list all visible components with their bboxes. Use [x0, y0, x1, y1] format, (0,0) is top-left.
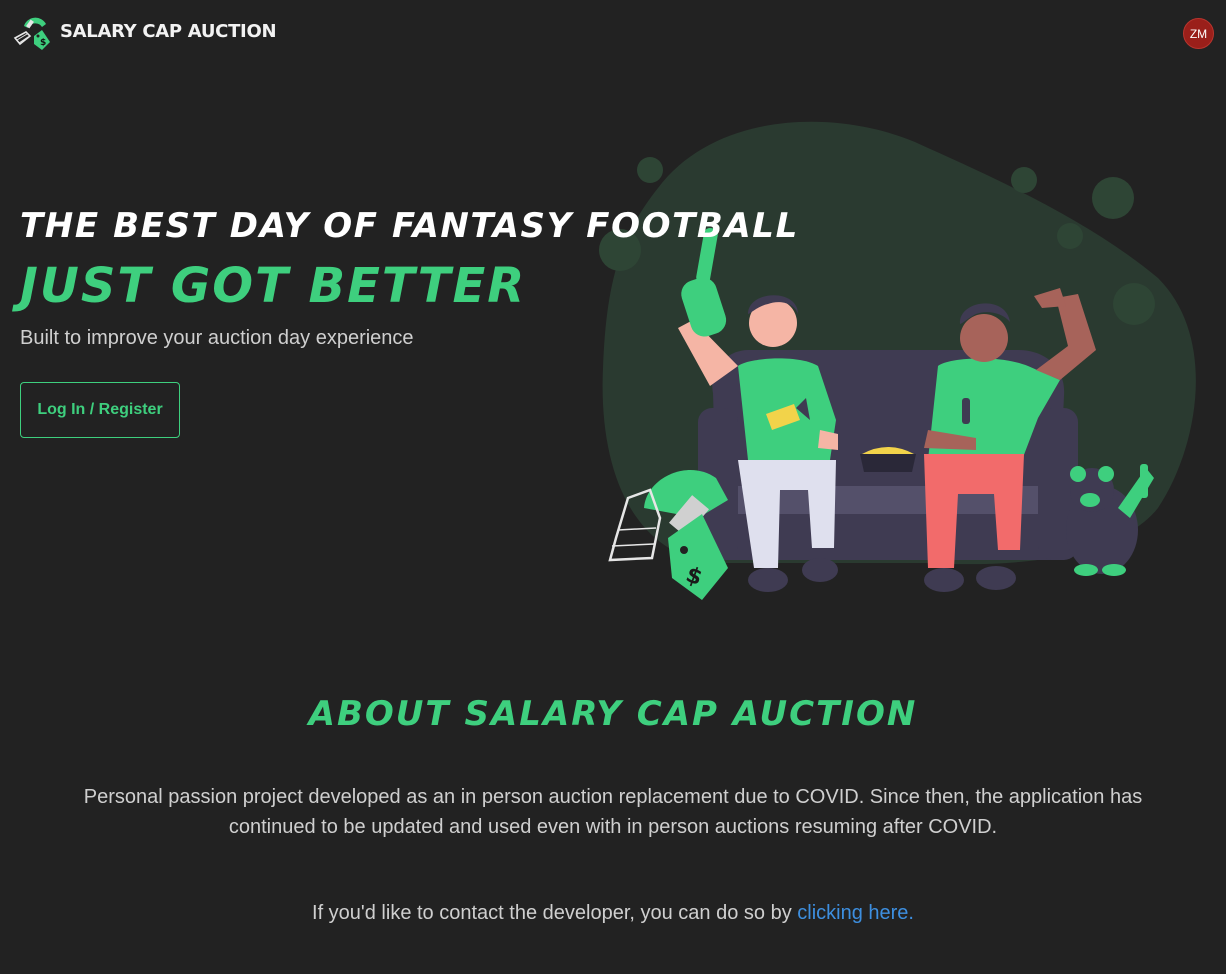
hero-headline: THE BEST DAY OF FANTASY FOOTBALL	[20, 206, 799, 246]
fans-on-couch-illustration: $	[599, 121, 1196, 600]
about-title: ABOUT SALARY CAP AUCTION	[308, 694, 918, 734]
about-description: Personal passion project developed as an…	[83, 786, 1143, 838]
contact-link[interactable]: clicking here.	[797, 902, 914, 924]
login-register-button[interactable]: Log In / Register	[20, 382, 180, 438]
top-navbar: $ SALARY CAP AUCTION ZM	[0, 0, 1226, 66]
brand-name[interactable]: SALARY CAP AUCTION	[60, 21, 277, 42]
user-avatar[interactable]: ZM	[1183, 18, 1214, 49]
contact-text: If you'd like to contact the developer, …	[312, 902, 798, 924]
contact-line: If you'd like to contact the developer, …	[0, 902, 1226, 925]
svg-text:$: $	[40, 38, 46, 48]
hero-headline-accent: JUST GOT BETTER	[20, 258, 527, 314]
hero-subtitle: Built to improve your auction day experi…	[20, 327, 414, 349]
helmet-logo-icon[interactable]: $	[12, 14, 52, 52]
